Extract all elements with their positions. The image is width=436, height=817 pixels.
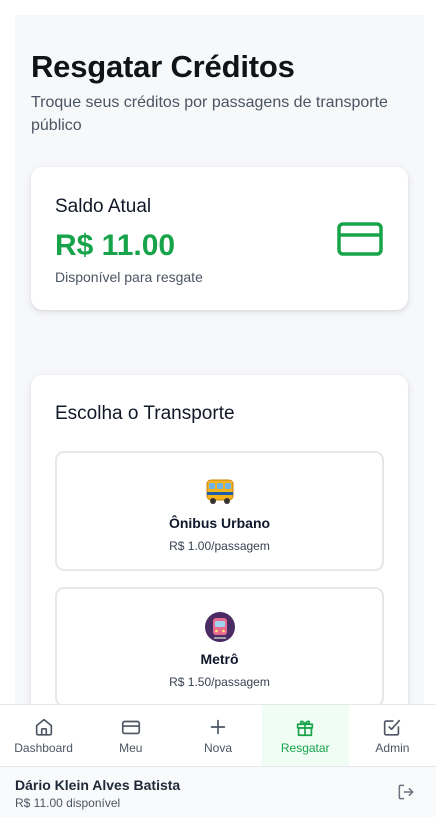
balance-label: Saldo Atual	[55, 196, 152, 217]
nav-item-meu[interactable]: Meu	[87, 705, 174, 766]
credit-card-icon	[337, 222, 383, 256]
user-name: Dário Klein Alves Batista	[15, 777, 181, 793]
transport-option-metro[interactable]: Metrô R$ 1.50/passagem	[55, 587, 384, 705]
transport-card: Escolha o Transporte Ônibus Urbano R$ 1.…	[31, 375, 408, 705]
option-price: R$ 1.50/passagem	[169, 675, 270, 689]
nav-item-admin[interactable]: Admin	[349, 705, 436, 766]
nav-item-resgatar[interactable]: Resgatar	[261, 705, 349, 766]
user-bar: Dário Klein Alves Batista R$ 11.00 dispo…	[0, 766, 436, 817]
bus-icon	[206, 479, 234, 504]
page-title: Resgatar Créditos	[31, 49, 295, 84]
metro-icon	[205, 612, 235, 642]
user-credit: R$ 11.00 disponível	[15, 796, 121, 810]
gift-icon	[297, 720, 314, 737]
option-price: R$ 1.00/passagem	[169, 539, 270, 553]
logout-icon[interactable]	[396, 782, 416, 802]
plus-icon	[210, 719, 226, 735]
nav-label: Meu	[119, 741, 143, 755]
balance-value: R$ 11.00	[55, 229, 176, 262]
nav-item-nova[interactable]: Nova	[174, 705, 261, 766]
nav-label: Dashboard	[14, 741, 73, 755]
balance-card: Saldo Atual R$ 11.00 Disponível para res…	[31, 167, 408, 310]
transport-title: Escolha o Transporte	[55, 403, 235, 424]
bottom-nav: Dashboard Meu Nova Resgatar Admin	[0, 704, 436, 766]
transport-option-bus[interactable]: Ônibus Urbano R$ 1.00/passagem	[55, 451, 384, 571]
main-content: Resgatar Créditos Troque seus créditos p…	[15, 15, 424, 705]
nav-label: Nova	[204, 741, 233, 755]
nav-label: Admin	[375, 741, 410, 755]
home-icon	[35, 718, 52, 736]
edit-square-icon	[384, 719, 401, 736]
card-icon	[121, 720, 140, 735]
page-subtitle: Troque seus créditos por passagens de tr…	[31, 94, 388, 134]
nav-label: Resgatar	[280, 741, 330, 755]
option-name: Ônibus Urbano	[168, 515, 271, 531]
nav-item-dashboard[interactable]: Dashboard	[0, 705, 87, 766]
balance-note: Disponível para resgate	[55, 269, 203, 285]
option-name: Metrô	[200, 651, 239, 667]
